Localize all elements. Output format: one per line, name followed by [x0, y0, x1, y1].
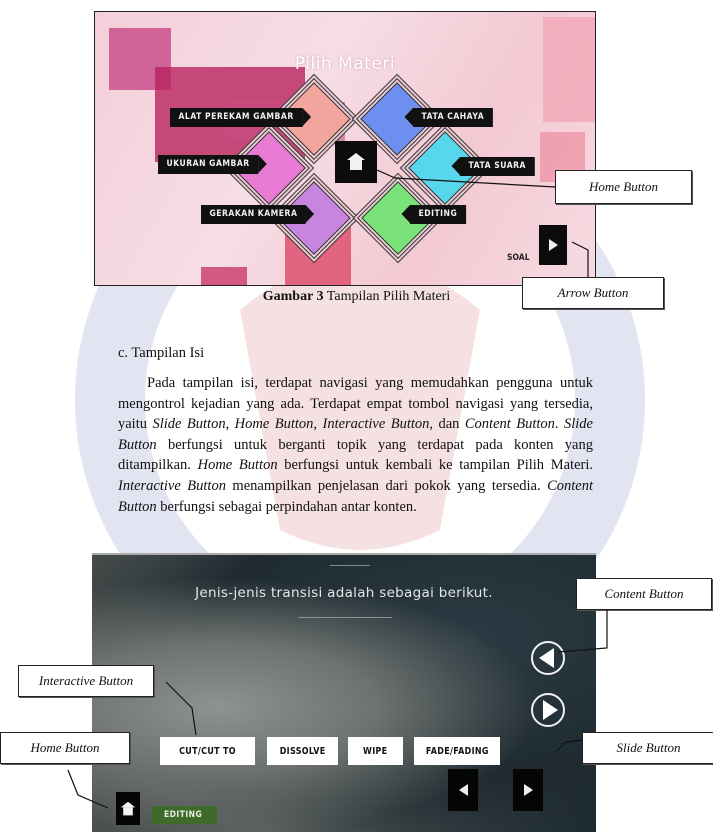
screen-title: Pilih Materi [294, 54, 396, 74]
caption-text: Tampilan Pilih Materi [323, 289, 451, 304]
paragraph-text: berfungsi sebagai perpindahan antar kont… [156, 498, 417, 515]
slide-next-button[interactable] [513, 769, 543, 811]
button-label: CUT/CUT TO [179, 745, 236, 757]
callout-text: Home Button [30, 740, 100, 755]
home-button[interactable] [335, 141, 377, 183]
topic-label-ukuran-gambar[interactable]: UKURAN GAMBAR [158, 155, 267, 174]
content-next-button[interactable] [531, 693, 565, 727]
topic-label-gerakan-kamera[interactable]: GERAKAN KAMERA [201, 205, 315, 224]
paragraph-text: berfungsi untuk kembali ke tampilan Pili… [277, 457, 593, 474]
paragraph-text: menampilkan penjelasan dari pokok yang t… [225, 477, 548, 494]
italic-term: Interactive Button [118, 477, 226, 494]
callout-interactive-button: Interactive Button [18, 665, 154, 697]
circle-arrow-left-icon [538, 648, 554, 668]
divider [298, 617, 392, 618]
callout-text: Content Button [604, 586, 684, 601]
soal-label: SOAL [506, 253, 530, 263]
callout-content-button: Content Button [576, 578, 712, 610]
caption-number: Gambar 3 [262, 289, 324, 304]
paragraph-text: , [225, 416, 235, 433]
callout-home-button: Home Button [555, 170, 692, 204]
callout-text: Slide Button [616, 740, 681, 755]
topic-label-tata-cahaya[interactable]: TATA CAHAYA [404, 108, 493, 127]
button-label: DISSOLVE [279, 745, 326, 757]
slide-prev-button[interactable] [448, 769, 478, 811]
interactive-button-fade[interactable]: FADE/FADING [414, 737, 500, 765]
circle-arrow-right-icon [542, 700, 558, 720]
italic-term: Home Button [197, 457, 278, 474]
house-icon [120, 801, 136, 815]
callout-text: Interactive Button [38, 673, 134, 688]
italic-term: Interactive Button [322, 416, 430, 433]
callout-slide-button: Slide Button [582, 732, 713, 764]
paragraph-text: . [554, 416, 564, 433]
bg-block [201, 267, 247, 285]
italic-term: Home Button [234, 416, 314, 433]
pilih-materi-screen: Pilih Materi ALAT PEREKAM GAMBAR UKURAN … [94, 11, 596, 286]
paragraph-text: , dan [429, 416, 465, 433]
editing-badge: EDITING [152, 806, 217, 824]
italic-term: Content Button [464, 416, 555, 433]
arrow-left-icon [458, 784, 468, 796]
content-prev-button[interactable] [531, 641, 565, 675]
arrow-button[interactable] [539, 225, 567, 265]
divider [330, 565, 370, 566]
figure-caption: Gambar 3 Tampilan Pilih Materi [0, 289, 713, 305]
arrow-right-icon [523, 784, 533, 796]
button-label: WIPE [363, 745, 388, 757]
body-paragraph: Pada tampilan isi, terdapat navigasi yan… [118, 373, 593, 517]
play-right-icon [548, 239, 558, 251]
topic-label-editing[interactable]: EDITING [401, 205, 466, 224]
interactive-button-wipe[interactable]: WIPE [348, 737, 403, 765]
interactive-button-dissolve[interactable]: DISSOLVE [267, 737, 338, 765]
button-label: FADE/FADING [425, 745, 489, 757]
house-icon [347, 153, 365, 170]
badge-text: EDITING [164, 810, 203, 820]
screen-title: Jenis-jenis transisi adalah sebagai beri… [195, 585, 493, 601]
section-heading: c. Tampilan Isi [118, 345, 205, 361]
topic-label-tata-suara[interactable]: TATA SUARA [451, 157, 535, 176]
italic-term: Slide Button [152, 416, 226, 433]
callout-text: Home Button [589, 179, 658, 194]
tampilan-isi-screen: Jenis-jenis transisi adalah sebagai beri… [92, 553, 596, 832]
interactive-button-cut[interactable]: CUT/CUT TO [160, 737, 255, 765]
home-button[interactable] [116, 792, 140, 825]
callout-home-button-2: Home Button [0, 732, 130, 764]
topic-label-alat-perekam-gambar[interactable]: ALAT PEREKAM GAMBAR [170, 108, 311, 127]
